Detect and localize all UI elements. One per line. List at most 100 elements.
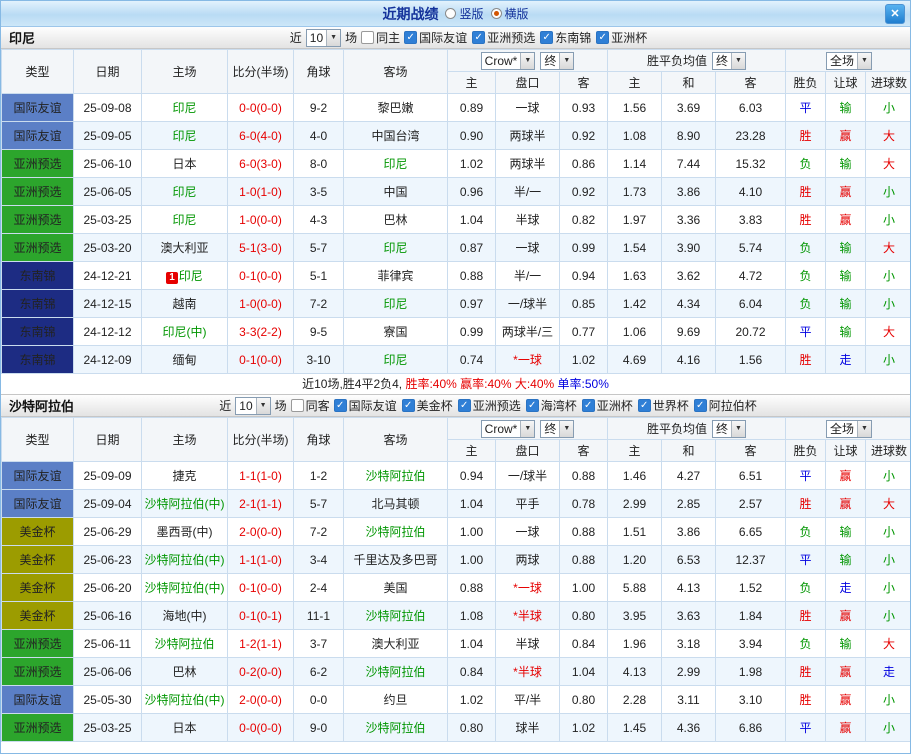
avg-lose-cell: 6.65 [715,517,786,546]
league-checkbox[interactable]: ✓ 东南锦 [540,29,591,46]
league-checkbox[interactable]: ✓ 亚洲杯 [596,29,647,46]
avg-win-cell: 1.46 [607,461,662,490]
header-score: 比分(半场) [227,49,294,94]
avg-final-select[interactable]: 终 ▼ [712,51,747,70]
league-checkbox[interactable]: ✓ 亚洲预选 [457,397,521,414]
checkbox-checked-icon: ✓ [472,31,486,44]
let-result-cell: 输 [825,517,866,546]
team-section: 沙特阿拉伯 近 10 ▼ 场 同客 ✓ 国际友谊 ✓ 美金杯 ✓ 亚洲预选 ✓ 海湾杯 ✓ 亚洲杯… [1,395,910,742]
scope-select[interactable]: 全场 ▼ [825,51,872,70]
corner-cell: 0-0 [293,685,344,714]
home-odds-cell: 0.90 [447,121,496,150]
score-cell: 1-2(1-1) [227,629,294,658]
let-result-cell: 输 [825,289,866,318]
avg-lose-cell: 3.10 [715,685,786,714]
avg-final-select[interactable]: 终 ▼ [712,419,747,438]
away-team-cell: 中国 [343,177,448,206]
match-count-select[interactable]: 10 ▼ [235,396,271,415]
away-team-cell: 菲律宾 [343,261,448,290]
corner-cell: 9-0 [293,713,344,742]
let-result-cell: 输 [825,233,866,262]
goals-result-cell: 小 [865,713,910,742]
competition-cell: 国际友谊 [1,489,74,518]
away-odds-cell: 1.02 [559,345,608,374]
layout-option-vertical[interactable]: 竖版 [445,5,484,22]
away-odds-cell: 0.88 [559,461,608,490]
avg-win-cell: 4.13 [607,657,662,686]
avg-draw-cell: 3.69 [661,93,716,122]
away-odds-cell: 0.77 [559,317,608,346]
corner-cell: 1-2 [293,461,344,490]
same-venue-checkbox[interactable]: 同客 [290,397,330,414]
home-odds-cell: 0.84 [447,657,496,686]
titlebar-center: 近期战绩 竖版 横版 [382,4,528,24]
competition-cell: 国际友谊 [1,121,74,150]
match-row: 亚洲预选 25-03-20 澳大利亚 5-1(3-0) 5-7 印尼 0.87 … [1,233,910,262]
league-checkbox[interactable]: ✓ 美金杯 [401,397,453,414]
goals-result-cell: 小 [865,461,910,490]
away-odds-cell: 0.92 [559,121,608,150]
scope-select[interactable]: 全场 ▼ [825,419,872,438]
goals-result-cell: 小 [865,517,910,546]
league-checkbox[interactable]: ✓ 阿拉伯杯 [693,397,757,414]
league-checkbox[interactable]: ✓ 亚洲预选 [472,29,535,46]
league-checkbox[interactable]: ✓ 国际友谊 [333,397,397,414]
score-cell: 2-0(0-0) [227,685,294,714]
handicap-cell: 一球 [495,517,560,546]
league-label: 亚洲杯 [611,31,648,45]
bookmaker-select[interactable]: Crow* ▼ [480,419,536,438]
header-avg-away: 客 [715,439,786,462]
checkbox-unchecked-icon [361,31,375,44]
team-section: 印尼 近 10 ▼ 场 同主 ✓国际友谊✓亚洲预选✓东南锦✓亚洲杯 [1,27,910,395]
league-checkbox[interactable]: ✓ 国际友谊 [404,29,467,46]
league-checkbox[interactable]: ✓ 海湾杯 [525,397,577,414]
away-odds-cell: 0.86 [559,149,608,178]
away-team-cell: 沙特阿拉伯 [343,657,448,686]
chevron-down-icon: ▼ [731,52,746,69]
header-result-group: 全场 ▼ [785,49,910,72]
avg-win-cell: 1.73 [607,177,662,206]
match-count-select[interactable]: 10 ▼ [305,28,342,47]
avg-lose-cell: 3.83 [715,205,786,234]
layout-option-horizontal[interactable]: 横版 [490,5,529,22]
away-team-cell: 寮国 [343,317,448,346]
close-button[interactable]: ✕ [885,4,905,24]
red-card-badge: 1 [166,272,178,284]
avg-draw-cell: 4.13 [661,573,716,602]
chevron-down-icon: ▼ [857,52,871,69]
away-team-cell: 印尼 [343,289,448,318]
goals-result-cell: 小 [865,345,910,374]
corner-cell: 7-2 [293,289,344,318]
league-checkbox[interactable]: ✓ 世界杯 [637,397,689,414]
bookmaker-select[interactable]: Crow* ▼ [480,51,536,70]
results-rows: 国际友谊 25-09-08 印尼 0-0(0-0) 9-2 黎巴嫩 0.89 一… [1,93,910,374]
odds-final-select[interactable]: 终 ▼ [540,419,575,438]
odds-final-select[interactable]: 终 ▼ [540,51,575,70]
match-row: 亚洲预选 25-03-25 印尼 1-0(0-0) 4-3 巴林 1.04 半球… [1,205,910,234]
header-avg-group: 胜平负均值 终 ▼ [607,417,786,440]
league-checkbox[interactable]: ✓ 亚洲杯 [581,397,633,414]
away-odds-cell: 0.82 [559,205,608,234]
away-odds-cell: 0.80 [559,685,608,714]
avg-odds-label: 胜平负均值 [646,422,707,436]
let-result-cell: 赢 [825,177,866,206]
avg-draw-cell: 3.11 [661,685,716,714]
away-odds-cell: 1.02 [559,713,608,742]
result-cell: 平 [785,713,826,742]
same-venue-checkbox[interactable]: 同主 [361,29,400,46]
handicap-cell: 半球 [495,629,560,658]
home-odds-cell: 0.99 [447,317,496,346]
corner-cell: 9-5 [293,317,344,346]
home-odds-cell: 0.87 [447,233,496,262]
header-handicap: 盘口 [495,71,560,94]
score-cell: 1-0(1-0) [227,177,294,206]
away-team-cell: 中国台湾 [343,121,448,150]
match-row: 国际友谊 25-09-09 捷克 1-1(1-0) 1-2 沙特阿拉伯 0.94… [1,461,910,490]
competition-cell: 美金杯 [1,601,74,630]
header-type: 类型 [1,49,74,94]
chevron-down-icon: ▼ [857,420,871,437]
avg-draw-cell: 7.44 [661,149,716,178]
handicap-cell: 两球 [495,545,560,574]
checkbox-checked-icon: ✓ [333,399,347,412]
section-header-bar: 印尼 近 10 ▼ 场 同主 ✓ 国际友谊 ✓ 亚洲预选 ✓ 东南锦 ✓ 亚洲杯 [1,27,910,49]
